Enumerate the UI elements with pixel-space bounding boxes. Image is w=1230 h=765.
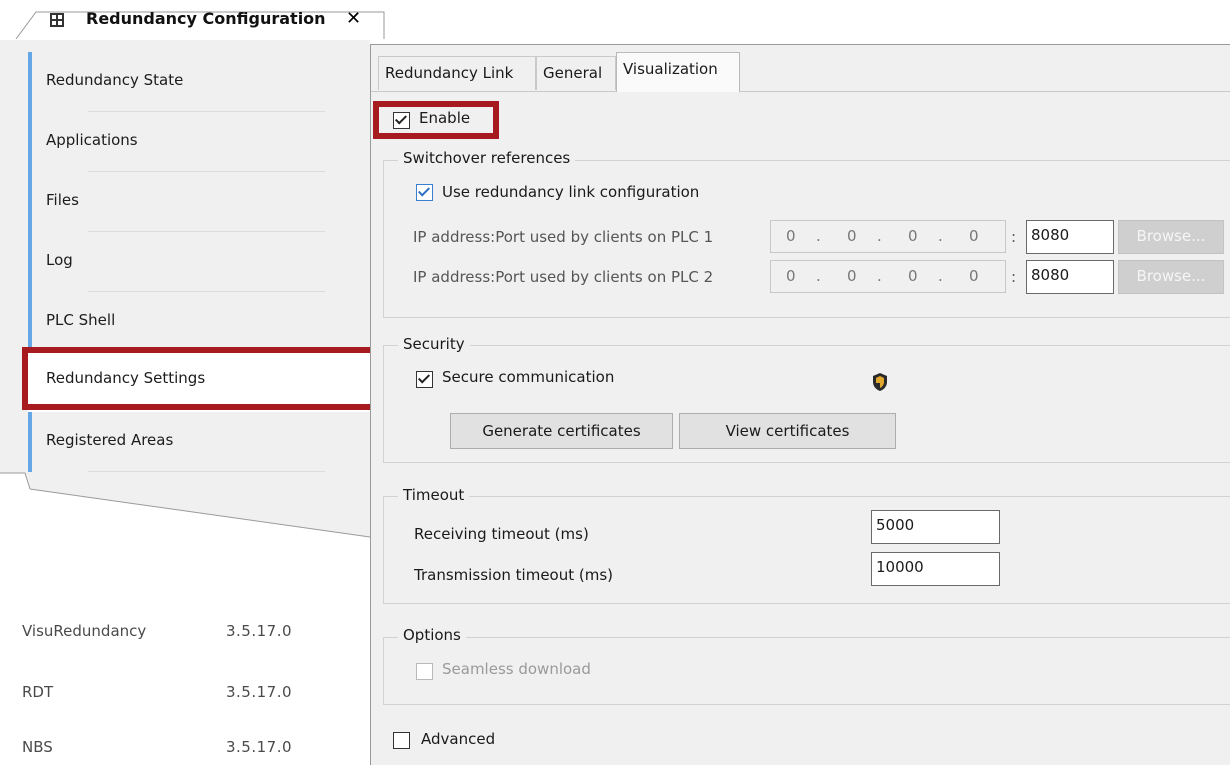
document-tab-title: Redundancy Configuration [86,9,326,28]
ip-octet: 0 [786,227,796,245]
security-shield-icon [873,373,887,391]
redundancy-config-icon [50,13,64,27]
transmission-timeout-label: Transmission timeout (ms) [414,566,614,584]
check-mark-icon [417,184,431,197]
port-separator: : [1011,228,1017,246]
plc2-ip-field[interactable]: 0 . 0 . 0 . 0 [770,260,1006,293]
highlight-box-redundancy-settings [22,347,381,410]
sidebar-item-redundancy-state[interactable]: Redundancy State [28,52,325,112]
timeout-group [383,496,1230,604]
sidebar-item-label: PLC Shell [46,311,116,329]
library-version: 3.5.17.0 [226,683,293,701]
seamless-download-checkbox[interactable] [416,663,433,680]
receiving-timeout-input[interactable]: 5000 [871,510,1000,544]
generate-certificates-button[interactable]: Generate certificates [450,413,673,449]
ip-octet: 0 [969,227,979,245]
sidebar-item-registered-areas[interactable]: Registered Areas [28,412,325,472]
transmission-timeout-input[interactable]: 10000 [871,552,1000,586]
group-title-options: Options [398,626,466,644]
ip-octet: 0 [908,227,918,245]
plc1-ip-field[interactable]: 0 . 0 . 0 . 0 [770,220,1006,253]
sidebar-accent-bar [28,172,32,232]
group-title-security: Security [398,335,470,353]
library-name: VisuRedundancy [22,622,147,640]
tab-general[interactable]: General [536,56,616,90]
use-link-config-label: Use redundancy link configuration [442,183,700,201]
close-icon[interactable]: ✕ [346,8,361,29]
sidebar-item-files[interactable]: Files [28,172,325,232]
divider [88,471,325,472]
ip-octet: 0 [786,267,796,285]
ip-octet: 0 [969,267,979,285]
sidebar-accent-bar [28,112,32,172]
highlight-box-enable [373,101,499,139]
group-title-timeout: Timeout [398,486,470,504]
plc2-port-input[interactable]: 8080 [1026,260,1114,294]
sidebar-accent-bar [28,292,32,352]
sidebar-item-label: Registered Areas [46,431,174,449]
tab-label: Visualization [623,60,718,78]
view-certificates-button[interactable]: View certificates [679,413,896,449]
advanced-label: Advanced [421,730,496,748]
ip-octet: 0 [847,267,857,285]
library-row: RDT 3.5.17.0 [22,683,362,707]
port-separator: : [1011,268,1017,286]
sidebar-accent-bar [28,412,32,472]
tab-visualization[interactable]: Visualization [616,52,740,92]
library-name: NBS [22,738,53,756]
plc2-browse-button[interactable]: Browse... [1118,260,1224,294]
ip-octet: 0 [908,267,918,285]
use-link-config-checkbox[interactable] [416,184,433,201]
sidebar-item-plc-shell[interactable]: PLC Shell [28,292,325,352]
group-title-switchover: Switchover references [398,149,576,167]
library-version: 3.5.17.0 [226,622,293,640]
library-row: VisuRedundancy 3.5.17.0 [22,622,362,646]
plc1-port-input[interactable]: 8080 [1026,220,1114,254]
secure-communication-checkbox[interactable] [416,371,433,388]
tab-label: General [543,64,603,82]
library-row: NBS 3.5.17.0 [22,738,362,762]
receiving-timeout-label: Receiving timeout (ms) [414,525,589,543]
tab-label: Redundancy Link [385,64,514,82]
sidebar-item-label: Log [46,251,73,269]
advanced-checkbox[interactable] [393,732,410,749]
sidebar-item-label: Redundancy State [46,71,184,89]
library-version: 3.5.17.0 [226,738,293,756]
seamless-download-label: Seamless download [442,660,591,678]
tab-redundancy-link[interactable]: Redundancy Link [378,56,536,90]
check-mark-icon [417,371,431,384]
sidebar-item-log[interactable]: Log [28,232,325,292]
library-name: RDT [22,683,54,701]
sidebar-accent-bar [28,232,32,292]
sidebar-accent-bar [28,52,32,112]
sidebar-item-label: Files [46,191,79,209]
plc1-ip-label: IP address:Port used by clients on PLC 1 [413,228,714,246]
plc1-browse-button[interactable]: Browse... [1118,220,1224,254]
tab-strip-border [371,91,1230,92]
secure-communication-label: Secure communication [442,368,615,386]
plc2-ip-label: IP address:Port used by clients on PLC 2 [413,268,714,286]
sidebar-item-label: Applications [46,131,138,149]
ip-octet: 0 [847,227,857,245]
sidebar-item-applications[interactable]: Applications [28,112,325,172]
